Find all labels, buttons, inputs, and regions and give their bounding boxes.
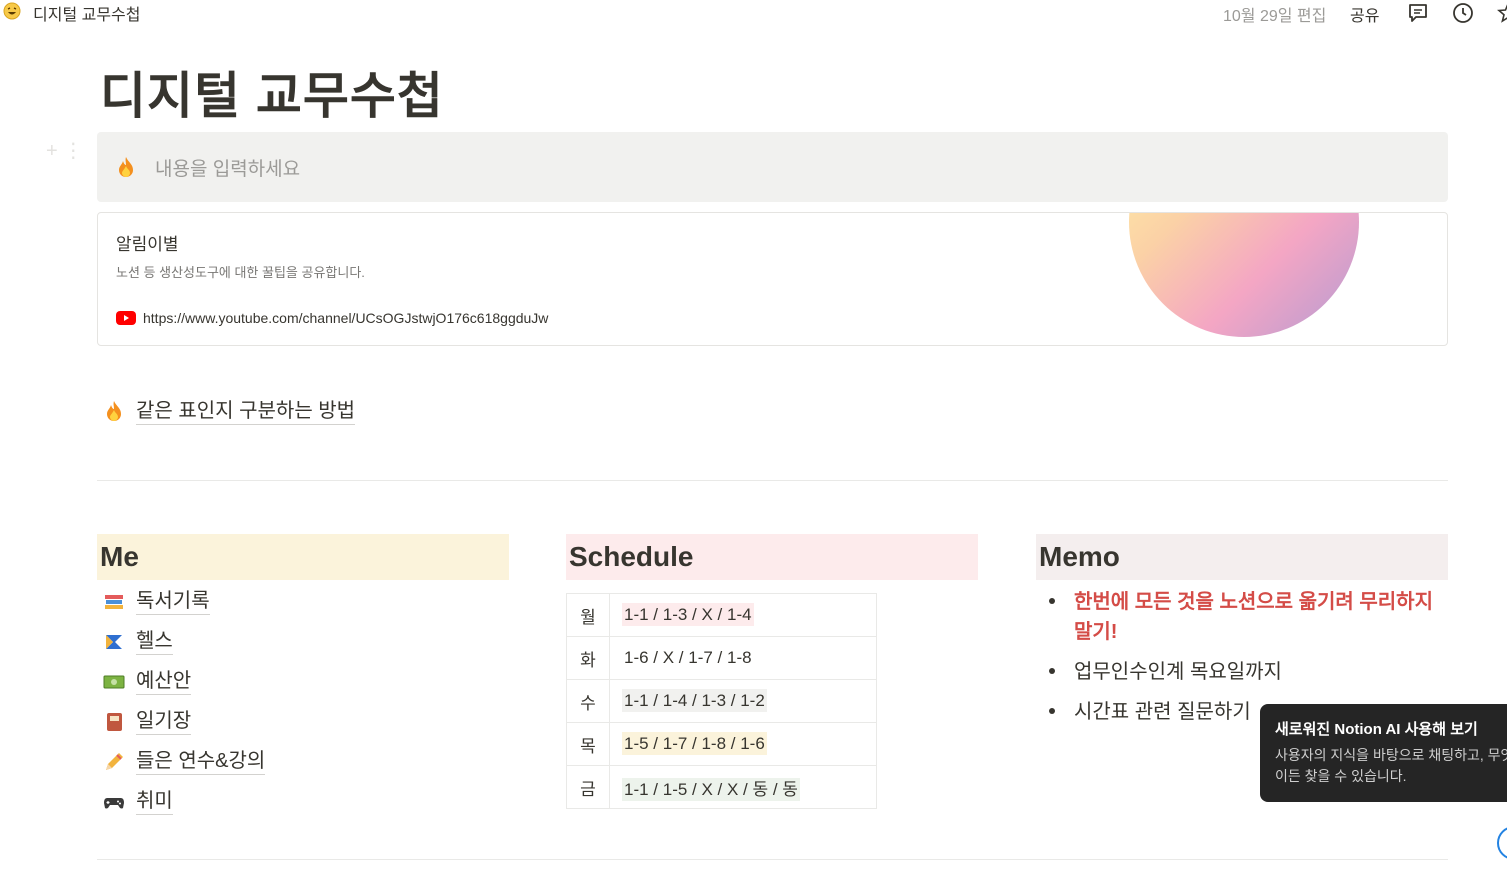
grin-emoji-icon[interactable] — [3, 2, 21, 20]
bookmark-cover-image — [1129, 213, 1359, 337]
comments-icon[interactable] — [1406, 1, 1430, 25]
schedule-value: 1-5 / 1-7 / 1-8 / 1-6 — [622, 732, 767, 755]
memo-heading[interactable]: Memo — [1036, 534, 1448, 580]
schedule-value-cell[interactable]: 1-1 / 1-4 / 1-3 / 1-2 — [609, 679, 877, 723]
bullet-icon — [1049, 598, 1055, 604]
schedule-value-cell[interactable]: 1-1 / 1-3 / X / 1-4 — [609, 593, 877, 637]
schedule-value-cell[interactable]: 1-6 / X / 1-7 / 1-8 — [609, 636, 877, 680]
schedule-value-cell[interactable]: 1-1 / 1-5 / X / X / 동 / 동 — [609, 765, 877, 809]
pencil-icon — [106, 753, 123, 770]
table-row: 화 1-6 / X / 1-7 / 1-8 — [566, 636, 877, 680]
schedule-heading[interactable]: Schedule — [566, 534, 978, 580]
page-title[interactable]: 디지털 교무수첩 — [100, 56, 444, 128]
table-row: 수 1-1 / 1-4 / 1-3 / 1-2 — [566, 679, 877, 723]
callout-block[interactable]: 내용을 입력하세요 — [97, 132, 1448, 202]
me-item-label[interactable]: 취미 — [136, 788, 173, 815]
memo-text[interactable]: 업무인수인계 목요일까지 — [1074, 657, 1444, 687]
table-row: 목 1-5 / 1-7 / 1-8 / 1-6 — [566, 722, 877, 766]
money-icon — [103, 675, 125, 689]
schedule-day-cell[interactable]: 화 — [566, 636, 610, 680]
bookmark-url: https://www.youtube.com/channel/UCsOGJst… — [143, 310, 549, 326]
bullet-icon — [1049, 708, 1055, 714]
notebook-icon — [107, 713, 122, 731]
schedule-table[interactable]: 월 1-1 / 1-3 / X / 1-4 화 1-6 / X / 1-7 / … — [566, 593, 877, 809]
tooltip-title: 새로워진 Notion AI 사용해 보기 — [1275, 721, 1478, 738]
youtube-icon — [116, 311, 136, 325]
fire-icon — [107, 401, 121, 421]
schedule-value-cell[interactable]: 1-5 / 1-7 / 1-8 / 1-6 — [609, 722, 877, 766]
block-drag-handle[interactable]: + ⋮ — [46, 138, 83, 163]
notion-ai-button[interactable] — [1497, 826, 1507, 860]
table-row: 금 1-1 / 1-5 / X / X / 동 / 동 — [566, 765, 877, 809]
schedule-day-cell[interactable]: 월 — [566, 593, 610, 637]
memo-heading-text: Memo — [1039, 541, 1120, 572]
schedule-day-cell[interactable]: 목 — [566, 722, 610, 766]
gamepad-icon — [104, 798, 124, 809]
top-bar: 디지털 교무수첩 10월 29일 편집 공유 — [0, 0, 1507, 26]
sports-icon — [106, 635, 122, 649]
callout-placeholder[interactable]: 내용을 입력하세요 — [155, 154, 300, 181]
bookmark-description: 노션 등 생산성도구에 대한 꿀팁을 공유합니다. — [116, 265, 365, 280]
schedule-value: 1-1 / 1-4 / 1-3 / 1-2 — [622, 689, 767, 712]
page-link-label[interactable]: 같은 표인지 구분하는 방법 — [136, 398, 356, 425]
history-clock-icon[interactable] — [1451, 1, 1475, 25]
star-icon[interactable] — [1496, 1, 1507, 25]
divider — [97, 480, 1448, 481]
bullet-icon — [1049, 668, 1055, 674]
bookmark-card[interactable]: 알림이별 노션 등 생산성도구에 대한 꿀팁을 공유합니다. https://w… — [97, 212, 1448, 346]
me-heading[interactable]: Me — [97, 534, 509, 580]
memo-text[interactable]: 한번에 모든 것을 노션으로 옮기려 무리하지 말기! — [1074, 587, 1444, 647]
schedule-day-cell[interactable]: 수 — [566, 679, 610, 723]
schedule-heading-text: Schedule — [569, 541, 694, 572]
divider — [97, 859, 1448, 860]
tooltip-body: 사용자의 지식을 바탕으로 채팅하고, 무엇이든 찾을 수 있습니다. — [1275, 747, 1507, 784]
bookmark-title: 알림이별 — [116, 235, 179, 254]
last-edited-label: 10월 29일 편집 — [1223, 8, 1327, 25]
schedule-day-cell[interactable]: 금 — [566, 765, 610, 809]
share-button[interactable]: 공유 — [1350, 2, 1379, 26]
schedule-value: 1-6 / X / 1-7 / 1-8 — [624, 648, 752, 667]
table-row: 월 1-1 / 1-3 / X / 1-4 — [566, 593, 877, 637]
me-item-label[interactable]: 일기장 — [136, 708, 192, 735]
me-item-label[interactable]: 헬스 — [136, 628, 173, 655]
schedule-value: 1-1 / 1-3 / X / 1-4 — [622, 603, 754, 626]
books-icon — [105, 595, 123, 609]
me-heading-text: Me — [100, 541, 139, 572]
notion-ai-tooltip[interactable]: 새로워진 Notion AI 사용해 보기 사용자의 지식을 바탕으로 채팅하고… — [1260, 704, 1507, 802]
breadcrumb-page-title[interactable]: 디지털 교무수첩 — [33, 1, 141, 25]
schedule-value: 1-1 / 1-5 / X / X / 동 / 동 — [622, 777, 800, 801]
me-item-label[interactable]: 들은 연수&강의 — [136, 748, 266, 775]
me-item-label[interactable]: 독서기록 — [136, 588, 210, 615]
fire-icon[interactable] — [115, 156, 137, 178]
me-item-label[interactable]: 예산안 — [136, 668, 192, 695]
